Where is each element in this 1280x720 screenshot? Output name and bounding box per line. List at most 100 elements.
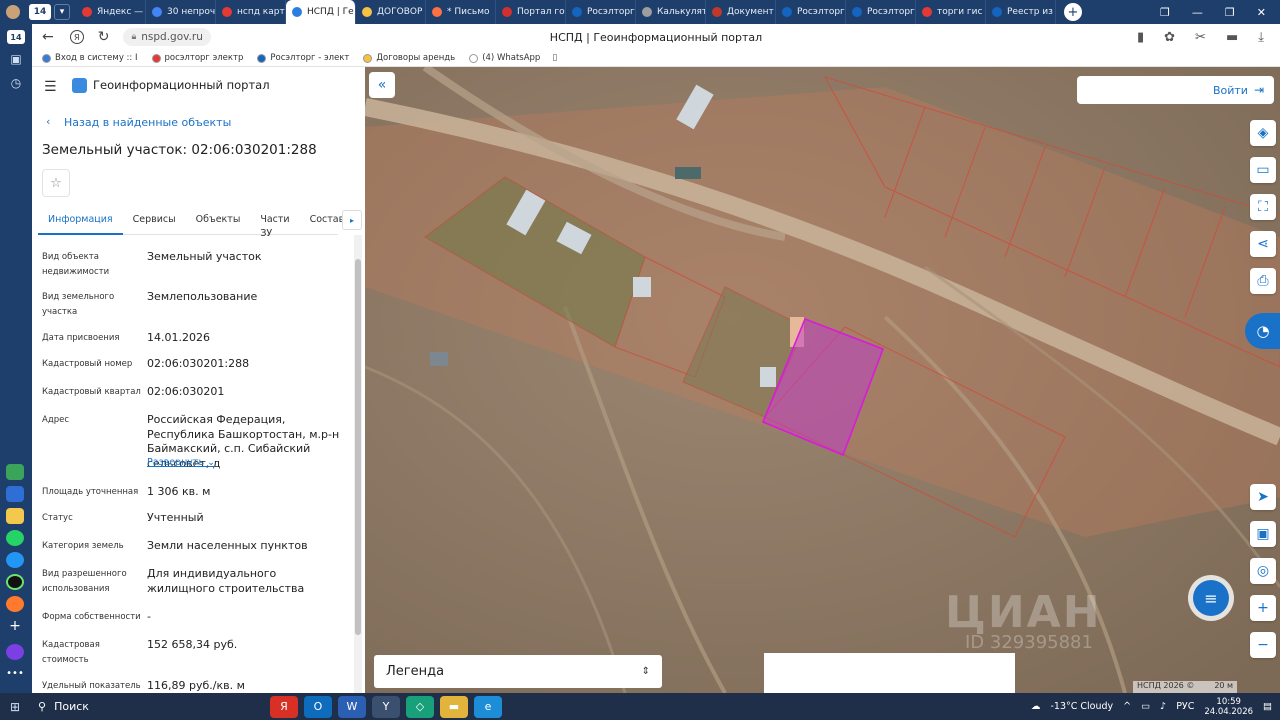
field-value[interactable]: 116,89 руб./кв. м — [147, 679, 347, 693]
extension-icon[interactable]: ✿ — [1164, 30, 1175, 45]
bookmark-page-icon[interactable]: ▯ — [552, 53, 557, 63]
download-icon[interactable]: ⤓ — [1258, 30, 1264, 45]
browser-tab[interactable]: ДОГОВОР — [356, 0, 426, 24]
minimap-button[interactable]: ▣ — [1250, 521, 1276, 547]
history-icon[interactable]: ◷ — [0, 76, 32, 90]
tab-services[interactable]: Сервисы — [123, 213, 186, 235]
more-apps-icon[interactable]: ••• — [6, 666, 24, 682]
tools-icon[interactable]: ✂ — [1195, 30, 1206, 45]
tab-counter[interactable]: 14 — [29, 4, 51, 20]
browser-tab[interactable]: * Письмо — [426, 0, 496, 24]
outlook-app-icon[interactable]: O — [304, 695, 332, 718]
bookmark-icon[interactable]: ▮ — [1137, 30, 1144, 45]
bookmark-item[interactable]: Вход в систему :: I — [42, 53, 138, 63]
app-docs-icon[interactable] — [6, 486, 24, 502]
file-explorer-icon[interactable]: ▬ — [440, 695, 468, 718]
add-app-icon[interactable]: + — [6, 618, 24, 634]
bookmark-item[interactable]: Договоры арендь — [363, 53, 455, 63]
app-alice-icon[interactable] — [6, 574, 24, 590]
assistant-button[interactable]: ◔ — [1245, 313, 1280, 349]
browser-tab[interactable]: 30 непрочі — [146, 0, 216, 24]
browser-tab[interactable]: нспд карт — [216, 0, 286, 24]
legend-panel[interactable]: Легенда ⇕ — [374, 655, 662, 688]
field-value[interactable]: - — [147, 610, 347, 625]
expand-address-link[interactable]: Развернуть ⌄ — [147, 457, 215, 468]
tab-parts[interactable]: Части ЗУ — [250, 213, 299, 239]
browser-tab[interactable]: Документ — [706, 0, 776, 24]
yandex-browser-app-icon[interactable]: Я — [270, 695, 298, 718]
notifications-icon[interactable]: ▤ — [1263, 701, 1272, 712]
field-value[interactable]: 02:06:030201:288 — [147, 357, 347, 372]
scrollbar-thumb[interactable] — [355, 259, 361, 635]
edge-app-icon[interactable]: e — [474, 695, 502, 718]
field-value[interactable]: 14.01.2026 — [147, 331, 347, 346]
tabs-next-icon[interactable]: ▸ — [342, 210, 362, 230]
yandex-icon[interactable]: Я — [69, 30, 84, 44]
volume-icon[interactable]: ♪ — [1160, 701, 1166, 712]
browser-tab[interactable]: Росэлторг — [566, 0, 636, 24]
restore-icon[interactable]: ❐ — [1225, 6, 1235, 19]
start-icon[interactable]: ⊞ — [0, 700, 30, 714]
select-area-button[interactable]: ⛶ — [1250, 194, 1276, 220]
bookmark-item[interactable]: росэлторг электр — [151, 53, 243, 63]
browser-tab[interactable]: Росэлторг — [846, 0, 916, 24]
field-value[interactable]: Для индивидуального жилищного строительс… — [147, 567, 347, 596]
tab-list-icon[interactable]: ▾ — [54, 4, 70, 20]
app-telegram-icon[interactable] — [6, 552, 24, 568]
menu-icon[interactable]: ☰ — [44, 79, 57, 95]
word-app-icon[interactable]: W — [338, 695, 366, 718]
field-value[interactable]: 152 658,34 руб. — [147, 638, 347, 653]
field-value[interactable]: 02:06:030201 — [147, 385, 347, 400]
field-value[interactable]: Учтенный — [147, 511, 347, 526]
ruler-button[interactable]: ▭ — [1250, 157, 1276, 183]
browser-tab[interactable]: НСПД | Ге — [286, 0, 356, 24]
url-text[interactable]: nspd.gov.ru — [141, 31, 203, 43]
layers-button[interactable]: ◈ — [1250, 120, 1276, 146]
zoom-in-button[interactable]: + — [1250, 595, 1276, 621]
weather-text[interactable]: -13°C Cloudy — [1050, 701, 1113, 712]
panel-scrollbar[interactable] — [354, 235, 362, 693]
collections-icon[interactable]: ❐ — [1160, 6, 1170, 19]
browser-tab[interactable]: торги гис — [916, 0, 986, 24]
bookmark-item[interactable]: Росэлторг - элект — [257, 53, 349, 63]
bookmark-item[interactable]: (4) WhatsApp — [469, 53, 540, 63]
browser-tab[interactable]: Калькулят — [636, 0, 706, 24]
print-button[interactable]: ⎙ — [1250, 268, 1276, 294]
new-tab-icon[interactable]: + — [1064, 3, 1082, 21]
zoom-out-button[interactable]: − — [1250, 632, 1276, 658]
geolocate-button[interactable]: ➤ — [1250, 484, 1276, 510]
side-counter[interactable]: 14 — [7, 30, 25, 44]
support-chat-button[interactable]: ≡ — [1188, 575, 1234, 621]
share-button[interactable]: ⋖ — [1250, 231, 1276, 257]
back-chevron-icon[interactable]: ‹ — [46, 115, 50, 128]
gosuslugi-app-icon[interactable]: ◇ — [406, 695, 434, 718]
field-value[interactable]: 1 306 кв. м — [147, 485, 347, 500]
locate-button[interactable]: ◎ — [1250, 558, 1276, 584]
browser-tab[interactable]: Яндекс — — [76, 0, 146, 24]
protect-icon[interactable]: ▬ — [1226, 30, 1238, 45]
screenshot-icon[interactable]: ▣ — [0, 52, 32, 66]
app-gosuslugi-icon[interactable] — [6, 464, 24, 480]
tray-expand-icon[interactable]: ^ — [1123, 701, 1131, 712]
back-icon[interactable]: ← — [42, 29, 54, 45]
app-mail-icon[interactable] — [6, 596, 24, 612]
network-icon[interactable]: ▭ — [1141, 701, 1150, 712]
browser-tab[interactable]: Росэлторг — [776, 0, 846, 24]
tab-information[interactable]: Информация — [38, 213, 123, 235]
profile-avatar[interactable] — [0, 0, 26, 24]
minimize-icon[interactable]: — — [1192, 6, 1203, 19]
clock[interactable]: 10:59 24.04.2026 — [1204, 697, 1253, 717]
language-indicator[interactable]: РУС — [1176, 701, 1194, 712]
favorite-star-icon[interactable]: ☆ — [42, 169, 70, 197]
login-button[interactable]: Войти ⇥ — [1077, 76, 1274, 104]
back-to-results-link[interactable]: Назад в найденные объекты — [64, 116, 231, 129]
taskbar-search[interactable]: ⚲ Поиск — [30, 693, 255, 720]
app-whatsapp-icon[interactable] — [6, 530, 24, 546]
close-window-icon[interactable]: ✕ — [1257, 6, 1266, 19]
browser-tab[interactable]: Портал го — [496, 0, 566, 24]
app-yandex-icon[interactable] — [6, 508, 24, 524]
collapse-panel-button[interactable]: « — [369, 72, 395, 98]
field-value[interactable]: Землепользование — [147, 290, 347, 305]
yandex-app-icon[interactable]: Y — [372, 695, 400, 718]
field-value[interactable]: Земельный участок — [147, 250, 347, 265]
